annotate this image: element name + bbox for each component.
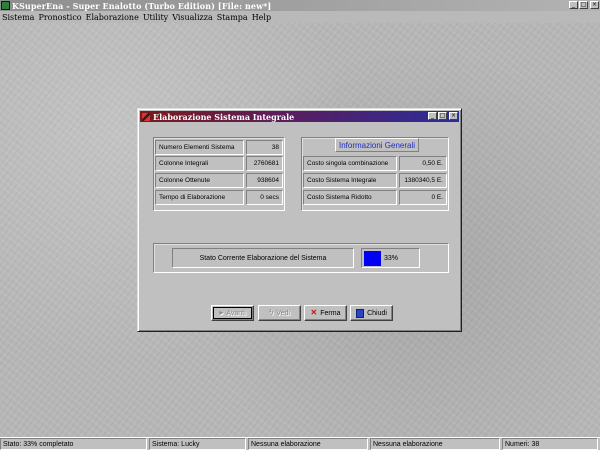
menubar: Sistema Pronostico Elaborazione Utility … — [0, 11, 600, 23]
menu-stampa[interactable]: Stampa — [217, 13, 248, 22]
tempo-elaborazione-value: 0 secs — [246, 190, 283, 205]
stato-corrente-label: Stato Corrente Elaborazione del Sistema — [172, 248, 354, 268]
dialog-window-controls: _ □ × — [428, 112, 458, 120]
app-icon — [1, 1, 10, 10]
statusbar-numeri: Numeri: 38 — [502, 438, 598, 450]
colonne-integrali-value: 2760681 — [246, 156, 283, 171]
arrow-right-icon: ▸ — [219, 308, 224, 317]
informazioni-generali-header: Informazioni Generali — [335, 138, 419, 152]
costo-integrale-value: 1380340,5 E. — [399, 173, 447, 188]
progress-bar: 33% — [361, 248, 420, 268]
statusbar-elaborazione-1: Nessuna elaborazione — [248, 438, 368, 450]
menu-pronostico[interactable]: Pronostico — [38, 13, 81, 22]
costo-ridotto-value: 0 E. — [399, 190, 447, 205]
close-button[interactable]: × — [590, 1, 599, 9]
statusbar-elaborazione-2: Nessuna elaborazione — [370, 438, 500, 450]
dialog-maximize-button[interactable]: □ — [438, 112, 447, 120]
menu-utility[interactable]: Utility — [143, 13, 168, 22]
dialog-minimize-button[interactable]: _ — [428, 112, 437, 120]
progress-fill — [364, 251, 381, 266]
vedi-button-label: Vedi — [276, 309, 290, 317]
progress-percent-text: 33% — [384, 254, 399, 262]
minimize-button[interactable]: _ — [569, 1, 578, 9]
chiudi-button[interactable]: Chiudi — [350, 305, 393, 321]
colonne-ottenute-value: 938604 — [246, 173, 283, 188]
door-icon — [356, 308, 365, 318]
menu-elaborazione[interactable]: Elaborazione — [86, 13, 139, 22]
dialog-title: Elaborazione Sistema Integrale — [153, 111, 295, 122]
avanti-button-label: Avanti — [226, 309, 246, 317]
statusbar-sistema: Sistema: Lucky — [149, 438, 246, 450]
menu-sistema[interactable]: Sistema — [2, 13, 34, 22]
stop-x-icon: ✕ — [310, 308, 318, 317]
vedi-button[interactable]: ϟ Vedi — [258, 305, 301, 321]
statusbar-stato: Stato: 33% completato — [0, 438, 147, 450]
dialog-titlebar[interactable]: Elaborazione Sistema Integrale _ □ × — [140, 111, 459, 122]
colonne-integrali-label: Colonne Integrali — [155, 156, 244, 171]
chiudi-button-label: Chiudi — [367, 309, 387, 317]
app-window-controls: _ □ × — [569, 1, 599, 9]
lightning-icon: ϟ — [269, 308, 274, 317]
ferma-button[interactable]: ✕ Ferma — [304, 305, 347, 321]
app-title: KSuperEna - Super Enalotto (Turbo Editio… — [12, 0, 272, 11]
costo-singola-value: 0,50 E. — [399, 156, 447, 171]
menu-visualizza[interactable]: Visualizza — [172, 13, 213, 22]
dialog-icon — [142, 112, 150, 121]
costo-integrale-label: Costo Sistema Integrale — [303, 173, 397, 188]
avanti-button[interactable]: ▸ Avanti — [211, 305, 254, 321]
dialog-close-button[interactable]: × — [449, 112, 458, 120]
app-titlebar: KSuperEna - Super Enalotto (Turbo Editio… — [0, 0, 600, 11]
ferma-button-label: Ferma — [320, 309, 341, 317]
costo-ridotto-label: Costo Sistema Ridotto — [303, 190, 397, 205]
numero-elementi-label: Numero Elementi Sistema — [155, 140, 244, 155]
statusbar: Stato: 33% completato Sistema: Lucky Nes… — [0, 437, 600, 450]
tempo-elaborazione-label: Tempo di Elaborazione — [155, 190, 244, 205]
maximize-button[interactable]: □ — [579, 1, 588, 9]
numero-elementi-value: 38 — [246, 140, 283, 155]
colonne-ottenute-label: Colonne Ottenute — [155, 173, 244, 188]
costo-singola-label: Costo singola combinazione — [303, 156, 397, 171]
menu-help[interactable]: Help — [252, 13, 271, 22]
